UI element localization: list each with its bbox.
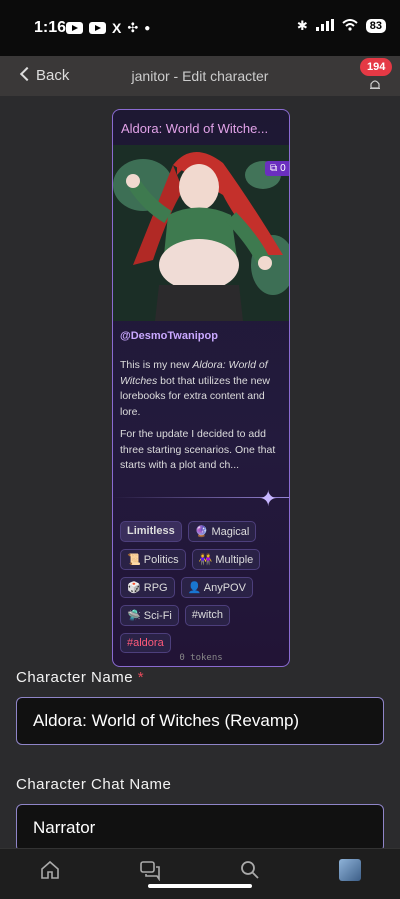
tag-chip[interactable]: 🛸 Sci-Fi (120, 605, 179, 626)
character-image (113, 145, 289, 321)
home-icon[interactable] (39, 859, 61, 881)
required-mark: * (137, 669, 145, 686)
character-card[interactable]: Aldora: World of Witche... ⧉ 0 @DesmoTwan… (112, 109, 290, 667)
description-paragraph-1: This is my new Aldora: World of Witches … (120, 359, 270, 418)
status-bar: 1:16 X ✣ ● ✱ 83 (0, 0, 400, 56)
bluetooth-icon: ✱ (296, 18, 308, 33)
status-time: 1:16 (34, 19, 67, 36)
description-paragraph-2: For the update I decided to add three st… (120, 428, 276, 471)
card-title: Aldora: World of Witche... (121, 121, 269, 136)
youtube-icon (89, 22, 106, 34)
notification-badge[interactable]: 194 (360, 58, 393, 76)
tag-chip[interactable]: 👭 Multiple (191, 549, 261, 570)
status-app-icons: X ✣ ● (66, 20, 150, 36)
dot-icon: ● (144, 22, 151, 34)
tag-chip[interactable]: 🔮 Magical (187, 521, 257, 542)
page-title: janitor - Edit character (131, 68, 269, 84)
sparkle-icon: ✦ (259, 486, 278, 511)
chat-icon[interactable] (139, 859, 161, 881)
signal-icon (315, 18, 334, 34)
wifi-icon (342, 18, 358, 34)
battery-indicator: 83 (365, 19, 386, 33)
app-icon: ✣ (127, 20, 139, 35)
tag-chip[interactable]: 👤 AnyPOV (180, 577, 253, 598)
home-indicator (148, 884, 252, 888)
character-name-input[interactable]: Aldora: World of Witches (Revamp) (16, 697, 384, 745)
profile-avatar[interactable] (339, 859, 361, 881)
youtube-icon (66, 22, 83, 34)
tag-chip[interactable]: #witch (184, 605, 231, 626)
author-name[interactable]: @DesmoTwanipop (120, 330, 218, 342)
x-icon: X (112, 20, 122, 36)
gallery-icon: ⧉ (270, 163, 278, 174)
tag-list: Limitless 🔮 Magical 📜 Politics 👭 Multipl… (120, 521, 286, 653)
bottom-tab-bar (0, 848, 400, 899)
bell-icon[interactable] (368, 78, 382, 92)
card-description: This is my new Aldora: World of Witches … (120, 358, 284, 481)
chat-name-label: Character Chat Name (16, 776, 172, 793)
character-name-label: Character Name * (16, 669, 145, 686)
image-count-chip: ⧉ 0 (265, 161, 289, 176)
token-count: 0 tokens (179, 653, 223, 663)
tag-chip[interactable]: 📜 Politics (120, 549, 186, 570)
status-right: ✱ 83 (297, 18, 386, 34)
image-count: 0 (280, 163, 286, 174)
search-icon[interactable] (239, 859, 261, 881)
tag-chip[interactable]: Limitless (120, 521, 182, 542)
tag-chip[interactable]: #aldora (120, 633, 171, 653)
chat-name-input[interactable]: Narrator (16, 804, 384, 852)
top-nav: Back janitor - Edit character (0, 56, 400, 96)
tag-chip[interactable]: 🎲 RPG (120, 577, 175, 598)
